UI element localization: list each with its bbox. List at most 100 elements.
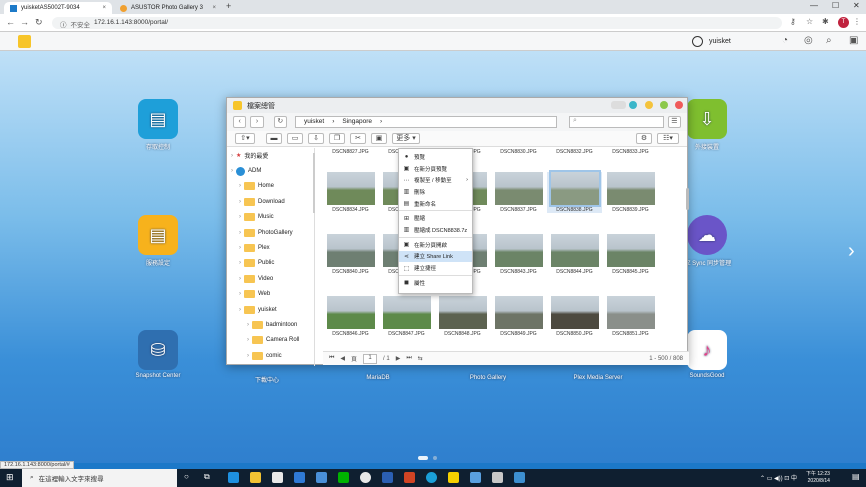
new-folder-button[interactable]: ▬ [266, 133, 282, 144]
plex-label[interactable]: Plex Media Server [563, 375, 633, 381]
expand-arrow-icon[interactable]: › [231, 168, 233, 174]
context-menu-item[interactable]: ● 預覽 [399, 151, 472, 163]
photos-icon[interactable] [470, 472, 481, 483]
access-control-app[interactable]: ▤ 存取控制 [123, 99, 193, 151]
expand-arrow-icon[interactable]: › [231, 153, 233, 159]
photo-thumbnail[interactable]: DSCN8830.JPG [491, 148, 546, 155]
url-input[interactable]: ⓘ 不安全 172.16.1.143:8000/portal/ [52, 17, 782, 29]
tree-node[interactable]: › Video [227, 271, 314, 286]
next-page-arrow-icon[interactable]: › [848, 240, 855, 263]
copy-button[interactable]: ❐ [329, 133, 345, 144]
context-menu-item[interactable]: ⬚ 建立捷徑 [399, 262, 472, 274]
context-menu-item[interactable]: ⋖ 建立 Share Link [399, 250, 472, 263]
tree-node[interactable]: › yuisket [227, 302, 314, 317]
photo-thumbnail[interactable]: DSCN8846.JPG [323, 296, 378, 337]
expand-arrow-icon[interactable]: › [247, 353, 249, 359]
back-button[interactable]: ‹ [233, 116, 247, 128]
expand-arrow-icon[interactable]: › [239, 199, 241, 205]
tree-node[interactable]: › Web [227, 287, 314, 302]
expand-arrow-icon[interactable]: › [239, 230, 241, 236]
context-menu-item[interactable]: ⊞ 壓縮 [399, 212, 472, 224]
window-titlebar[interactable]: 檔案總管 [227, 98, 687, 113]
context-menu-item[interactable]: ▥ 壓縮成 DSCN8838.7z [399, 224, 472, 236]
tree-node[interactable]: › Music [227, 210, 314, 225]
expand-arrow-icon[interactable]: › [239, 214, 241, 220]
remote-icon[interactable] [514, 472, 525, 483]
browser-tab-photo-gallery[interactable]: ASUSTOR Photo Gallery 3 × [114, 2, 222, 14]
tree-node[interactable]: › Public [227, 256, 314, 271]
photo-thumbnail[interactable]: DSCN8827.JPG [323, 148, 378, 155]
settings-gear-icon[interactable]: ⚙ [636, 133, 652, 144]
snapshot-center-app[interactable]: ⛁ Snapshot Center [123, 330, 193, 379]
advanced-search-button[interactable]: ☰ [667, 116, 681, 128]
photo-thumbnail[interactable]: DSCN8843.JPG [491, 234, 546, 275]
photo-thumbnail[interactable]: DSCN8837.JPG [491, 172, 546, 213]
photo-thumbnail[interactable]: DSCN8847.JPG [379, 296, 434, 337]
line-icon[interactable] [338, 472, 349, 483]
cortana-icon[interactable]: ○ [184, 472, 189, 481]
services-app[interactable]: ▤ 服務設定 [123, 215, 193, 267]
powerpoint-icon[interactable] [404, 472, 415, 483]
cut-button[interactable]: ✂ [350, 133, 366, 144]
breadcrumb-item[interactable]: yuisket [304, 118, 324, 126]
clock[interactable]: 下午 12:23 2020/8/14 [806, 471, 830, 485]
mariadb-label[interactable]: MariaDB [343, 375, 413, 381]
chrome-icon[interactable] [360, 472, 371, 483]
word-icon[interactable] [382, 472, 393, 483]
next-page-icon[interactable]: ▶ [396, 355, 401, 362]
expand-arrow-icon[interactable]: › [239, 183, 241, 189]
app-icon[interactable] [492, 472, 503, 483]
menu-dots-icon[interactable]: ⋮ [853, 17, 861, 26]
file-explorer-taskbar-icon[interactable] [250, 472, 261, 483]
tree-node[interactable]: › ★ 我的最愛 [227, 148, 314, 163]
minimize-button[interactable]: — [810, 1, 818, 10]
forward-button[interactable]: › [250, 116, 264, 128]
adm-start-icon[interactable] [18, 35, 31, 48]
photo-thumbnail[interactable]: DSCN8832.JPG [547, 148, 602, 155]
context-menu-item[interactable]: ▣ 在新分頁預覽 [399, 163, 472, 175]
photo-thumbnail[interactable]: DSCN8833.JPG [603, 148, 658, 155]
photo-thumbnail[interactable]: DSCN8834.JPG [323, 172, 378, 213]
close-window-button[interactable]: ✕ [853, 1, 860, 10]
system-tray-icons[interactable]: ⌃ ▭ ◀)) ⊡ 中 [760, 473, 797, 482]
expand-arrow-icon[interactable]: › [247, 322, 249, 328]
expand-arrow-icon[interactable]: › [239, 276, 241, 282]
taskbar-search-input[interactable]: ⌕ 在這裡輸入文字來搜尋 [22, 469, 177, 487]
more-dropdown[interactable]: 更多 ▾ [392, 133, 420, 144]
browser-tab-adm[interactable]: yuisketAS5002T-9034 × [4, 2, 112, 14]
expand-arrow-icon[interactable]: › [239, 307, 241, 313]
refresh-list-icon[interactable]: ⇆ [418, 355, 423, 362]
window-extra-button[interactable] [611, 101, 626, 109]
sticky-notes-icon[interactable] [448, 472, 459, 483]
window-minimize-button[interactable] [645, 101, 653, 109]
photo-thumbnail[interactable]: DSCN8851.JPG [603, 296, 658, 337]
bookmark-star-icon[interactable]: ☆ [806, 17, 813, 26]
key-icon[interactable]: ⚷ [790, 17, 796, 26]
maximize-button[interactable]: ☐ [832, 1, 839, 10]
window-maximize-button[interactable] [660, 101, 668, 109]
context-menu-item[interactable]: ◼ 屬性 [399, 277, 472, 289]
extension-icon[interactable]: ✱ [822, 17, 829, 26]
page-dot[interactable] [433, 456, 437, 460]
photo-thumbnail[interactable]: DSCN8848.JPG [435, 296, 490, 337]
tree-node[interactable]: › badmintoon [227, 317, 314, 332]
photo-thumbnail[interactable]: DSCN8838.JPG [547, 170, 602, 213]
tree-node[interactable]: › Plex [227, 240, 314, 255]
page-dot[interactable] [418, 456, 428, 460]
context-menu-item[interactable]: ⋯ 複製至 / 移動至 › [399, 174, 472, 186]
edge-icon[interactable] [228, 472, 239, 483]
download-button[interactable]: ⇩ [308, 133, 324, 144]
tree-node[interactable]: › Download [227, 194, 314, 209]
mail-icon[interactable] [294, 472, 305, 483]
update-icon[interactable]: ◎ [804, 35, 813, 46]
expand-arrow-icon[interactable]: › [247, 337, 249, 343]
page-input[interactable]: 1 [363, 353, 378, 364]
forward-icon[interactable]: → [20, 17, 29, 27]
close-tab-icon[interactable]: × [212, 5, 216, 11]
prev-page-icon[interactable]: ◀ [340, 355, 345, 362]
upload-button[interactable]: ⇧▾ [235, 133, 255, 144]
user-menu[interactable]: yuisket [692, 36, 731, 47]
notification-center-icon[interactable]: ▤ [852, 472, 860, 481]
photo-thumbnail[interactable]: DSCN8849.JPG [491, 296, 546, 337]
windows-start-icon[interactable]: ⊞ [6, 472, 14, 483]
